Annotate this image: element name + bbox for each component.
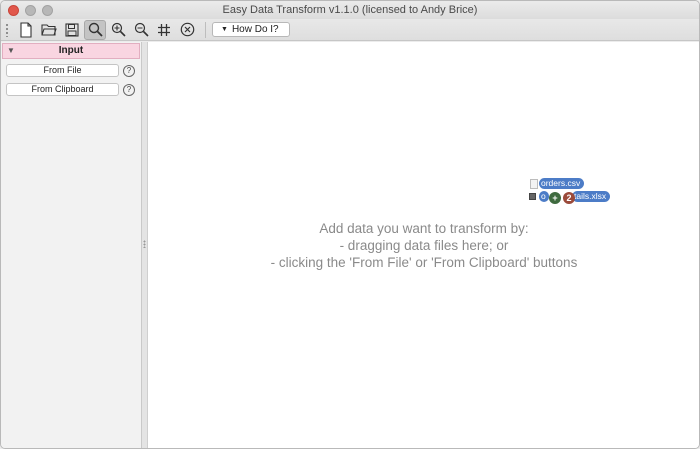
toolbar-separator — [205, 21, 206, 38]
title-bar: Easy Data Transform v1.1.0 (licensed to … — [1, 1, 699, 19]
toolbar: ▼ How Do I? — [1, 19, 699, 41]
search-button[interactable] — [84, 19, 106, 40]
window-title: Easy Data Transform v1.1.0 (licensed to … — [222, 4, 478, 16]
csv-file-icon — [530, 179, 538, 189]
from-clipboard-help-icon[interactable]: ? — [123, 83, 135, 96]
how-do-i-label: How Do I? — [231, 24, 279, 35]
toolbar-grip[interactable] — [5, 22, 9, 37]
close-window-button[interactable] — [8, 5, 19, 16]
left-panel: ▼ Input From File ? From Clipboard ? — [1, 42, 142, 448]
drop-plus-badge: + — [549, 192, 561, 204]
app-window: Easy Data Transform v1.1.0 (licensed to … — [0, 0, 700, 449]
minimize-window-button[interactable] — [25, 5, 36, 16]
new-file-icon — [20, 21, 32, 38]
xlsx-file-icon — [529, 193, 536, 200]
from-file-help-icon[interactable]: ? — [123, 64, 135, 77]
grid-button[interactable] — [153, 20, 175, 40]
splitter-grip[interactable] — [143, 240, 146, 248]
hint-line-3: - clicking the 'From File' or 'From Clip… — [270, 255, 578, 270]
hint-line-1: Add data you want to transform by: — [319, 221, 529, 236]
from-clipboard-button[interactable]: From Clipboard — [6, 83, 119, 96]
zoom-in-button[interactable] — [107, 20, 129, 40]
canvas-hint: Add data you want to transform by: - dra… — [148, 220, 699, 271]
input-section-title: Input — [58, 45, 84, 56]
save-icon — [65, 22, 79, 37]
zoom-out-button[interactable] — [130, 20, 152, 40]
maximize-window-button[interactable] — [42, 5, 53, 16]
stop-button[interactable] — [176, 20, 198, 40]
transform-canvas[interactable]: Add data you want to transform by: - dra… — [148, 42, 699, 448]
how-do-i-button[interactable]: ▼ How Do I? — [212, 22, 290, 37]
zoom-in-icon — [111, 22, 126, 37]
dragged-file-orders: orders.csv — [539, 178, 585, 189]
collapse-triangle-icon[interactable]: ▼ — [7, 44, 15, 58]
zoom-out-icon — [134, 22, 149, 37]
open-folder-icon — [41, 23, 57, 36]
window-controls — [8, 5, 53, 16]
hint-line-2: - dragging data files here; or — [339, 238, 509, 253]
new-file-button[interactable] — [15, 20, 37, 40]
dragged-file-order-details-suffix: tails.xlsx — [572, 191, 611, 202]
open-button[interactable] — [38, 20, 60, 40]
grid-icon — [158, 23, 170, 36]
drop-count-badge: 2 — [563, 192, 575, 204]
triangle-down-icon: ▼ — [221, 26, 228, 33]
from-file-button[interactable]: From File — [6, 64, 119, 77]
save-button[interactable] — [61, 20, 83, 40]
search-icon — [88, 22, 103, 37]
dragged-file-order-details-prefix: o — [539, 191, 549, 202]
from-clipboard-row: From Clipboard ? — [6, 82, 141, 97]
from-file-row: From File ? — [6, 63, 141, 78]
close-circle-icon — [180, 22, 194, 37]
input-section-header[interactable]: ▼ Input — [2, 43, 140, 59]
